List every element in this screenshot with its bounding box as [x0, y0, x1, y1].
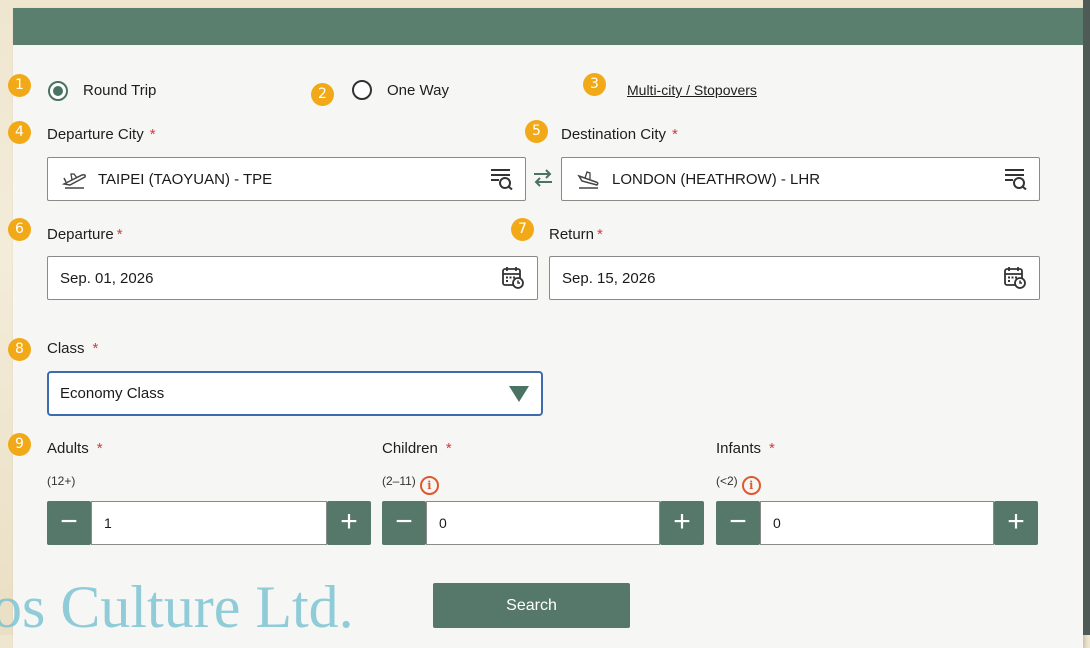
- departure-date-field[interactable]: Sep. 01, 2026: [47, 256, 538, 300]
- children-minus-button[interactable]: −: [382, 501, 426, 545]
- calendar-clock-icon[interactable]: [1003, 266, 1027, 295]
- list-search-icon[interactable]: [1004, 168, 1028, 195]
- class-label: Class *: [47, 340, 99, 357]
- list-search-icon[interactable]: [490, 168, 514, 195]
- infants-count: 0: [773, 515, 781, 531]
- header-bar: [13, 8, 1083, 45]
- swap-cities-icon[interactable]: [532, 168, 554, 193]
- class-select[interactable]: Economy Class: [47, 371, 543, 416]
- return-date-value: Sep. 15, 2026: [562, 270, 656, 287]
- adults-age-range: (12+): [47, 474, 76, 488]
- step-badge-7: 7: [511, 218, 534, 241]
- return-date-field[interactable]: Sep. 15, 2026: [549, 256, 1040, 300]
- departure-city-value: TAIPEI (TAOYUAN) - TPE: [98, 171, 273, 188]
- required-marker: *: [149, 126, 156, 143]
- step-badge-1: 1: [8, 74, 31, 97]
- plane-takeoff-icon: [61, 170, 88, 195]
- watermark: os Culture Ltd.: [0, 574, 354, 640]
- required-marker: *: [769, 440, 775, 457]
- infants-plus-button[interactable]: +: [994, 501, 1038, 545]
- step-badge-9: 9: [8, 433, 31, 456]
- infants-minus-button[interactable]: −: [716, 501, 760, 545]
- infants-age-range: (<2) i: [716, 474, 761, 495]
- plane-landing-icon: [576, 170, 602, 195]
- children-plus-button[interactable]: +: [660, 501, 704, 545]
- return-date-label: Return *: [549, 226, 603, 243]
- departure-date-value: Sep. 01, 2026: [60, 270, 154, 287]
- calendar-clock-icon[interactable]: [501, 266, 525, 295]
- children-stepper: − 0 +: [382, 501, 706, 545]
- step-badge-6: 6: [8, 218, 31, 241]
- required-marker: *: [445, 440, 452, 457]
- round-trip-label: Round Trip: [83, 82, 157, 99]
- step-badge-8: 8: [8, 338, 31, 361]
- form-panel: [13, 8, 1083, 648]
- multi-city-link[interactable]: Multi-city / Stopovers: [627, 82, 757, 98]
- info-icon[interactable]: i: [741, 476, 761, 495]
- departure-date-label: Departure *: [47, 226, 123, 243]
- step-badge-4: 4: [8, 121, 31, 144]
- destination-city-label: Destination City *: [561, 126, 678, 143]
- infants-stepper: − 0 +: [716, 501, 1040, 545]
- step-badge-5: 5: [525, 120, 548, 143]
- adults-count: 1: [104, 515, 112, 531]
- one-way-label: One Way: [387, 82, 449, 99]
- search-button[interactable]: Search: [433, 583, 630, 628]
- class-select-value: Economy Class: [60, 385, 165, 402]
- children-age-range: (2–11) i: [382, 474, 439, 495]
- required-marker: *: [92, 340, 99, 357]
- round-trip-radio[interactable]: [48, 81, 68, 101]
- infants-label: Infants *: [716, 440, 775, 457]
- step-badge-3: 3: [583, 73, 606, 96]
- adults-label: Adults *: [47, 440, 103, 457]
- required-marker: *: [672, 126, 678, 143]
- adults-minus-button[interactable]: −: [47, 501, 91, 545]
- children-input[interactable]: 0: [426, 501, 660, 545]
- page-edge: [1083, 0, 1090, 635]
- adults-plus-button[interactable]: +: [327, 501, 371, 545]
- one-way-radio[interactable]: [352, 80, 372, 100]
- children-label: Children *: [382, 440, 452, 457]
- destination-city-value: LONDON (HEATHROW) - LHR: [612, 171, 821, 188]
- info-icon[interactable]: i: [419, 476, 439, 495]
- adults-stepper: − 1 +: [47, 501, 371, 545]
- step-badge-2: 2: [311, 83, 334, 106]
- required-marker: *: [96, 440, 103, 457]
- children-count: 0: [439, 515, 447, 531]
- destination-city-field[interactable]: LONDON (HEATHROW) - LHR: [561, 157, 1040, 201]
- infants-input[interactable]: 0: [760, 501, 994, 545]
- departure-city-field[interactable]: TAIPEI (TAOYUAN) - TPE: [47, 157, 526, 201]
- dropdown-caret-icon: [509, 386, 529, 402]
- departure-city-label: Departure City *: [47, 126, 156, 143]
- required-marker: *: [597, 226, 603, 243]
- adults-input[interactable]: 1: [91, 501, 327, 545]
- required-marker: *: [116, 226, 123, 243]
